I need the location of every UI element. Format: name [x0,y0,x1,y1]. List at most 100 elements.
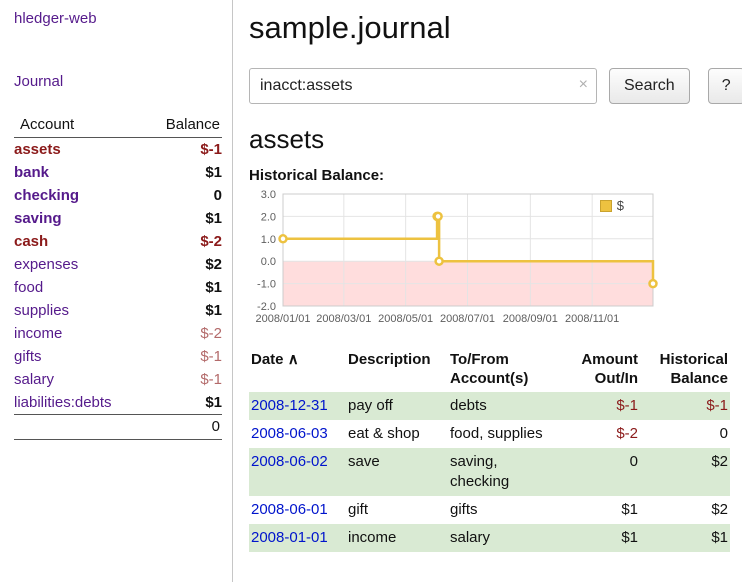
register-row: 2008-06-03eat & shopfood, supplies$-20 [249,420,730,448]
account-balance: $-1 [146,138,222,162]
x-tick-label: 2008/05/01 [378,313,433,325]
search-form: × Search ? [249,68,742,104]
accounts-header-row: Account Balance [14,114,222,138]
account-link[interactable]: gifts [14,348,42,365]
transaction-balance: $2 [640,496,730,524]
transaction-date-link[interactable]: 2008-06-03 [251,425,328,442]
transaction-amount: 0 [566,448,640,496]
x-tick-label: 2008/03/01 [316,313,371,325]
y-tick-label: 1.0 [261,234,276,246]
transaction-accounts: food, supplies [448,420,566,448]
account-balance: $1 [146,299,222,322]
account-balance: $2 [146,253,222,276]
account-link[interactable]: checking [14,187,79,204]
accounts-table: Account Balance assets $-1 bank $1 checking 0… [14,114,222,440]
y-tick-label: -1.0 [257,279,276,291]
app-window: hledger-web Journal Account Balance asse… [0,0,742,582]
account-row: liabilities:debts $1 [14,391,222,415]
search-input[interactable] [249,68,597,104]
register-body: 2008-12-31pay offdebts$-1$-12008-06-03ea… [249,392,730,552]
register-row: 2008-12-31pay offdebts$-1$-1 [249,392,730,420]
transaction-accounts: salary [448,524,566,552]
x-tick-label: 2008/07/01 [440,313,495,325]
register-header-row: Date ∧ Description To/From Account(s) Am… [249,348,730,392]
register-row: 2008-06-02savesaving, checking0$2 [249,448,730,496]
account-link[interactable]: saving [14,210,62,227]
y-tick-label: 3.0 [261,189,276,201]
account-row: food $1 [14,276,222,299]
transaction-accounts: debts [448,392,566,420]
account-row: saving $1 [14,207,222,230]
data-point [436,258,443,265]
account-balance: $1 [146,391,222,415]
accounts-total-value: 0 [146,415,222,440]
accounts-body: assets$-1bank$1checking0saving$1cash$-2e… [14,138,222,415]
data-point [435,213,442,220]
y-tick-label: 0.0 [261,256,276,268]
transaction-date-link[interactable]: 2008-06-01 [251,501,328,518]
account-heading: assets [249,124,742,155]
search-button[interactable]: Search [609,68,690,104]
x-tick-label: 2008/01/01 [255,313,310,325]
data-point [650,280,657,287]
account-row: expenses $2 [14,253,222,276]
account-link[interactable]: salary [14,371,54,388]
transaction-amount: $1 [566,496,640,524]
transaction-date-link[interactable]: 2008-01-01 [251,529,328,546]
account-link[interactable]: supplies [14,302,69,319]
transaction-amount: $-2 [566,420,640,448]
x-tick-label: 2008/09/01 [503,313,558,325]
account-link[interactable]: income [14,325,62,342]
account-row: cash$-2 [14,230,222,253]
page-title: sample.journal [249,10,742,46]
account-link[interactable]: assets [14,141,61,158]
transaction-accounts: saving, checking [448,448,566,496]
transaction-description: save [346,448,448,496]
app-title-link[interactable]: hledger-web [14,10,222,27]
account-link[interactable]: bank [14,164,49,181]
chart-legend: $ [597,197,627,214]
account-balance: $1 [146,276,222,299]
account-row: gifts $-1 [14,345,222,368]
transaction-description: pay off [346,392,448,420]
account-link[interactable]: liabilities:debts [14,394,112,411]
accounts-header-balance: Balance [146,114,222,138]
account-balance: $-1 [146,345,222,368]
transaction-accounts: gifts [448,496,566,524]
transaction-amount: $1 [566,524,640,552]
account-link[interactable]: food [14,279,43,296]
legend-label: $ [617,198,624,213]
main-content: sample.journal × Search ? assets Histori… [233,0,742,582]
account-row: supplies $1 [14,299,222,322]
account-link[interactable]: cash [14,233,48,250]
transaction-description: gift [346,496,448,524]
account-row: assets $-1 [14,138,222,162]
account-row: salary$-1 [14,368,222,391]
account-balance: $1 [146,207,222,230]
transaction-date-link[interactable]: 2008-12-31 [251,397,328,414]
y-tick-label: -2.0 [257,301,276,313]
accounts-total-spacer [14,415,146,440]
register-row: 2008-01-01incomesalary$1$1 [249,524,730,552]
transaction-description: income [346,524,448,552]
register-header-date[interactable]: Date ∧ [249,348,346,392]
legend-swatch-icon [600,200,612,212]
data-point [280,235,287,242]
search-input-wrap: × [249,68,597,104]
chart-section-label: Historical Balance: [249,167,742,184]
account-link[interactable]: expenses [14,256,78,273]
register-header-amount: Amount Out/In [566,348,640,392]
sort-asc-icon: ∧ [288,351,299,368]
register-table: Date ∧ Description To/From Account(s) Am… [249,348,730,552]
x-tick-label: 2008/11/01 [565,313,619,325]
register-header-balance: Historical Balance [640,348,730,392]
register-header-account: To/From Account(s) [448,348,566,392]
account-row: income$-2 [14,322,222,345]
y-tick-label: 2.0 [261,211,276,223]
transaction-amount: $-1 [566,392,640,420]
transaction-date-link[interactable]: 2008-06-02 [251,453,328,470]
clear-search-icon[interactable]: × [579,76,588,94]
journal-link[interactable]: Journal [14,73,222,90]
transaction-balance: 0 [640,420,730,448]
help-button[interactable]: ? [708,68,742,104]
